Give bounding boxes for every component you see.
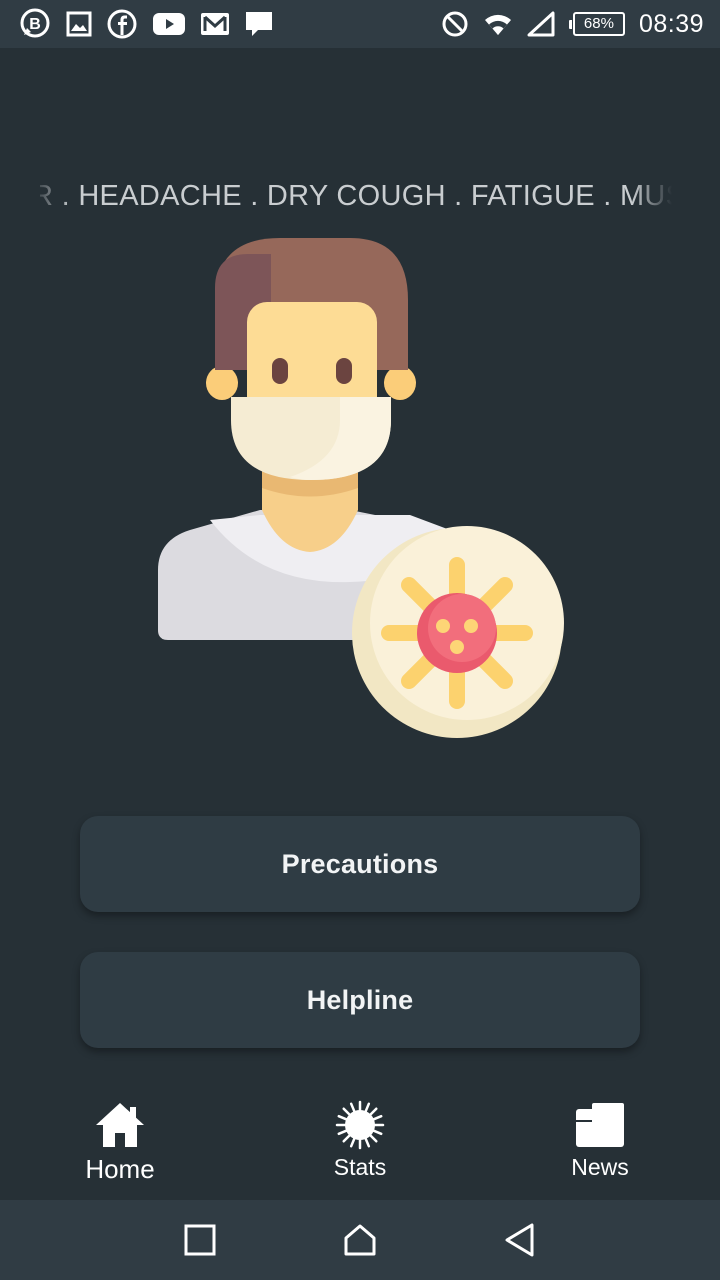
system-status: 68% 08:39 (441, 10, 720, 39)
masked-person-illustration (158, 238, 564, 738)
helpline-button[interactable]: Helpline (80, 952, 640, 1048)
message-icon (246, 12, 272, 36)
precautions-button[interactable]: Precautions (80, 816, 640, 912)
bottom-navigation: Home Stats News (0, 1090, 720, 1200)
nav-label-news: News (571, 1154, 629, 1180)
nav-news-icon-wrap (574, 1100, 626, 1150)
svg-text:B: B (29, 16, 41, 33)
nav-label-stats: Stats (333, 1154, 387, 1180)
nav-item-news[interactable]: News (480, 1090, 720, 1200)
symptoms-marquee: R . HEADACHE . DRY COUGH . FATIGUE . MUS… (40, 180, 680, 224)
business-chat-icon: B (20, 8, 50, 38)
wifi-icon (484, 14, 511, 35)
news-icon (576, 1103, 624, 1147)
status-bar: B 68% 08:39 (0, 0, 720, 48)
nav-item-stats[interactable]: Stats (240, 1090, 480, 1200)
battery-tip (568, 19, 572, 29)
clock: 08:39 (638, 9, 704, 38)
battery-level: 68% (572, 12, 625, 36)
virus-icon (335, 1100, 385, 1150)
system-navigation-bar (0, 1200, 720, 1280)
cell-signal-icon (527, 11, 555, 37)
gmail-icon (201, 13, 229, 35)
nav-label-home: Home (85, 1154, 155, 1184)
home-icon[interactable] (343, 1223, 377, 1257)
gallery-icon (66, 11, 92, 37)
nav-stats-icon-wrap (335, 1100, 385, 1150)
recents-icon[interactable] (184, 1224, 216, 1256)
home-icon (96, 1103, 144, 1147)
symptoms-marquee-text: R . HEADACHE . DRY COUGH . FATIGUE . MUS… (40, 180, 680, 212)
back-icon[interactable] (504, 1222, 536, 1258)
nav-home-icon-wrap (94, 1100, 146, 1150)
do-not-disturb-icon (442, 11, 468, 37)
facebook-icon (107, 9, 137, 39)
nav-item-home[interactable]: Home (0, 1090, 240, 1200)
battery-indicator: 68% (568, 12, 625, 36)
notification-icons: B (0, 7, 274, 41)
youtube-icon (153, 13, 185, 35)
